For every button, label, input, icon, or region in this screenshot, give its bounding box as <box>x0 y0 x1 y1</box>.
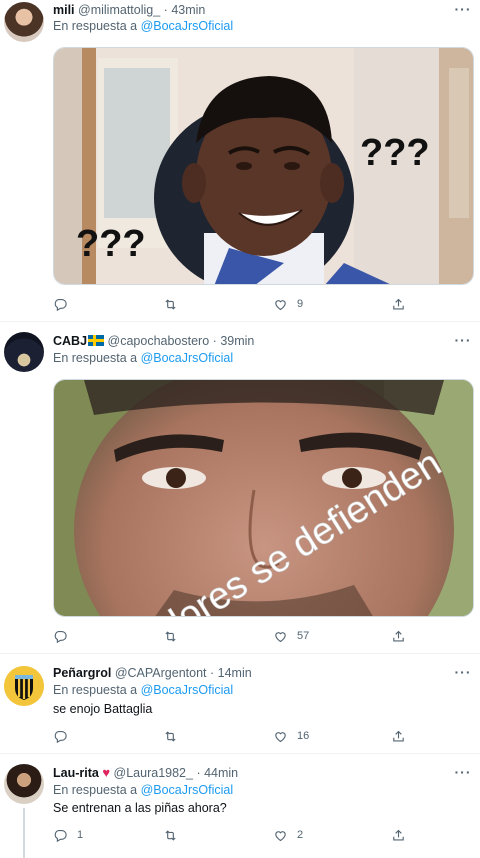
reply-button[interactable] <box>53 627 77 645</box>
mention-link[interactable]: @BocaJrsOficial <box>141 19 234 33</box>
reply-context: En respuesta a @BocaJrsOficial <box>53 350 233 366</box>
retweet-icon <box>163 629 178 644</box>
like-button[interactable]: 2 <box>273 826 303 844</box>
meme-caption-right: ??? <box>360 132 430 174</box>
reply-icon <box>53 297 68 312</box>
like-icon <box>273 297 288 312</box>
more-icon[interactable]: ··· <box>454 2 472 20</box>
reply-context: En respuesta a @BocaJrsOficial <box>53 18 233 34</box>
avatar[interactable] <box>4 666 44 706</box>
red-heart-emoji: ♥ <box>102 765 111 780</box>
share-icon <box>391 729 406 744</box>
display-name[interactable]: CABJ <box>53 334 87 348</box>
tweet-actions: 1 2 <box>53 826 423 844</box>
share-button[interactable] <box>391 627 406 645</box>
reply-prefix: En respuesta a <box>53 783 141 797</box>
mention-link[interactable]: @BocaJrsOficial <box>141 683 234 697</box>
user-handle[interactable]: @milimattolig_ <box>78 3 160 17</box>
like-icon <box>273 729 288 744</box>
tweet-image[interactable]: ??? ??? <box>53 47 474 285</box>
tweet-header: mili @milimattolig_ · 43min <box>53 2 450 18</box>
retweet-button[interactable] <box>163 727 187 745</box>
avatar[interactable] <box>4 764 44 804</box>
like-button[interactable]: 9 <box>273 295 303 313</box>
reply-button[interactable]: 1 <box>53 826 83 844</box>
replies-feed: mili @milimattolig_ · 43min ··· En respu… <box>0 0 480 858</box>
display-name[interactable]: Lau-rita <box>53 766 99 780</box>
timestamp[interactable]: 39min <box>220 334 254 348</box>
share-icon <box>391 629 406 644</box>
separator: · <box>210 666 215 680</box>
reply-prefix: En respuesta a <box>53 683 141 697</box>
like-icon <box>273 629 288 644</box>
like-count: 16 <box>297 730 310 742</box>
reply-count: 1 <box>77 829 84 841</box>
like-count: 57 <box>297 630 310 642</box>
timestamp[interactable]: 43min <box>171 3 205 17</box>
display-name[interactable]: Peñargrol <box>53 666 111 680</box>
tweet-text: se enojo Battaglia <box>53 702 153 716</box>
face-closeup-image: dores se defienden <box>54 380 473 616</box>
like-button[interactable]: 57 <box>273 627 309 645</box>
retweet-button[interactable] <box>163 826 187 844</box>
share-icon <box>391 297 406 312</box>
reply-icon <box>53 828 68 843</box>
share-icon <box>391 828 406 843</box>
reply-prefix: En respuesta a <box>53 19 141 33</box>
timestamp[interactable]: 44min <box>204 766 238 780</box>
share-button[interactable] <box>391 826 406 844</box>
reply-button[interactable] <box>53 727 77 745</box>
separator: · <box>196 766 201 780</box>
avatar[interactable] <box>4 332 44 372</box>
club-crest-logo <box>4 666 44 706</box>
mention-link[interactable]: @BocaJrsOficial <box>141 351 234 365</box>
user-handle[interactable]: @capochabostero <box>108 334 210 348</box>
like-button[interactable]: 16 <box>273 727 309 745</box>
retweet-icon <box>163 828 178 843</box>
more-icon[interactable]: ··· <box>454 333 472 351</box>
tweet-header: Peñargrol @CAPArgentont · 14min <box>53 665 450 681</box>
mention-link[interactable]: @BocaJrsOficial <box>141 783 234 797</box>
reply-prefix: En respuesta a <box>53 351 141 365</box>
confused-man-meme-image: ??? ??? <box>54 48 473 284</box>
reply-button[interactable] <box>53 295 77 313</box>
tweet-text: Se entrenan a las piñas ahora? <box>53 801 227 815</box>
retweet-icon <box>163 297 178 312</box>
reply-icon <box>53 729 68 744</box>
separator: · <box>163 3 168 17</box>
like-count: 2 <box>297 829 304 841</box>
avatar[interactable] <box>4 2 44 42</box>
tweet-actions: 16 <box>53 727 423 745</box>
retweet-button[interactable] <box>163 627 187 645</box>
reply-context: En respuesta a @BocaJrsOficial <box>53 782 233 798</box>
reply-context: En respuesta a @BocaJrsOficial <box>53 682 233 698</box>
meme-caption-left: ??? <box>76 223 146 265</box>
separator: · <box>212 334 217 348</box>
like-count: 9 <box>297 298 304 310</box>
tweet-header: CABJ @capochabostero · 39min <box>53 333 450 349</box>
share-button[interactable] <box>391 727 406 745</box>
retweet-button[interactable] <box>163 295 187 313</box>
timestamp[interactable]: 14min <box>218 666 252 680</box>
tweet-actions: 9 <box>53 295 423 313</box>
more-icon[interactable]: ··· <box>454 765 472 783</box>
tweet-header: Lau-rita ♥ @Laura1982_ · 44min <box>53 765 450 781</box>
display-name[interactable]: mili <box>53 3 75 17</box>
share-button[interactable] <box>391 295 406 313</box>
tweet[interactable]: Peñargrol @CAPArgentont · 14min ··· En r… <box>0 654 480 754</box>
more-icon[interactable]: ··· <box>454 665 472 683</box>
thread-line <box>23 808 25 858</box>
reply-icon <box>53 629 68 644</box>
tweet[interactable]: mili @milimattolig_ · 43min ··· En respu… <box>0 0 480 322</box>
retweet-icon <box>163 729 178 744</box>
tweet-actions: 57 <box>53 627 423 645</box>
tweet-image[interactable]: dores se defienden <box>53 379 474 617</box>
tweet[interactable]: Lau-rita ♥ @Laura1982_ · 44min ··· En re… <box>0 754 480 858</box>
like-icon <box>273 828 288 843</box>
user-handle[interactable]: @Laura1982_ <box>114 766 193 780</box>
tweet[interactable]: CABJ @capochabostero · 39min ··· En resp… <box>0 322 480 654</box>
user-handle[interactable]: @CAPArgentont <box>115 666 207 680</box>
sweden-flag-emoji <box>88 335 105 346</box>
